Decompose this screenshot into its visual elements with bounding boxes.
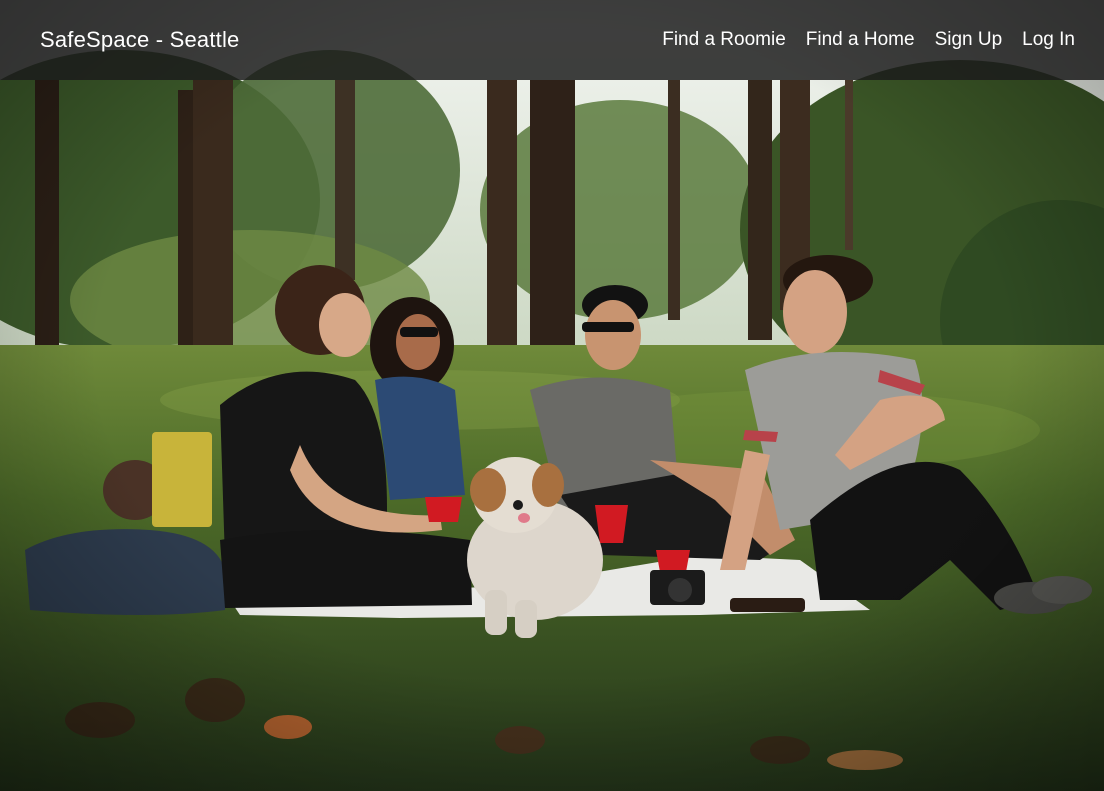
nav-link-sign-up[interactable]: Sign Up xyxy=(935,29,1003,51)
page: SafeSpace - Seattle Find a Roomie Find a… xyxy=(0,0,1104,791)
brand-link[interactable]: SafeSpace - Seattle xyxy=(40,27,239,53)
nav-link-find-a-home[interactable]: Find a Home xyxy=(806,29,915,51)
nav-links: Find a Roomie Find a Home Sign Up Log In xyxy=(662,29,1075,51)
nav-link-log-in[interactable]: Log In xyxy=(1022,29,1075,51)
nav-link-find-a-roomie[interactable]: Find a Roomie xyxy=(662,29,786,51)
hero-photo xyxy=(0,0,1104,791)
navbar: SafeSpace - Seattle Find a Roomie Find a… xyxy=(0,0,1104,80)
